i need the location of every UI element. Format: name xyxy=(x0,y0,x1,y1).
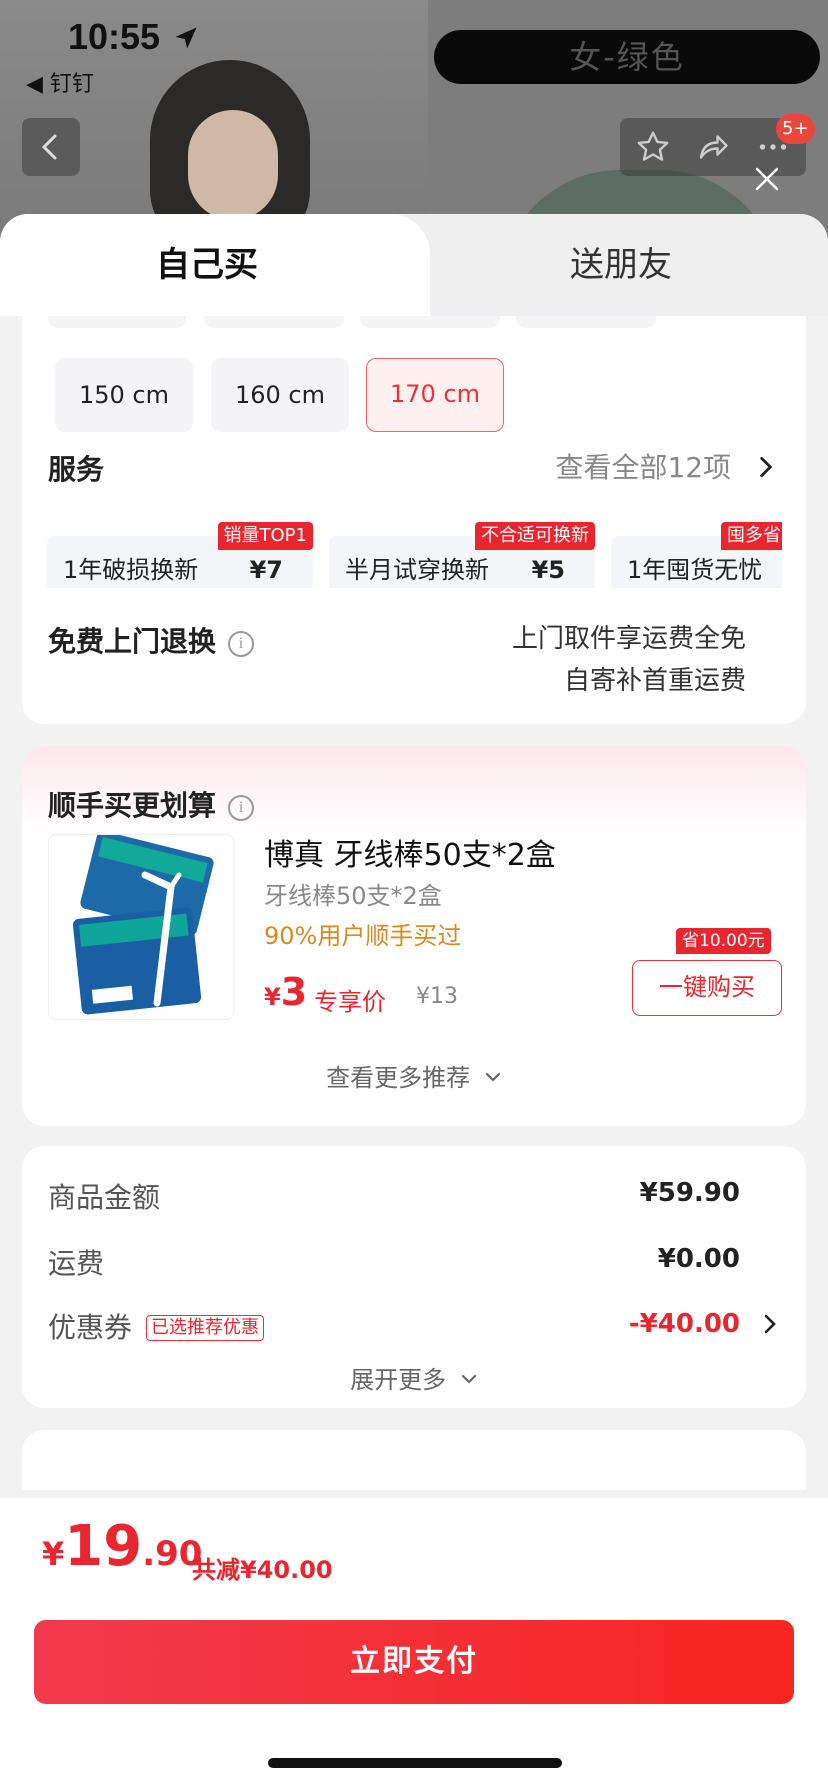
addon-price-value: 3 xyxy=(280,970,308,1014)
addon-popularity: 90%用户顺手买过 xyxy=(264,922,462,950)
addon-card: 顺手买更划算 i 博真 牙线棒50支*2盒 牙线棒50支*2盒 90%用户顺手买过… xyxy=(22,746,806,1126)
service-name: 1年破损换新 xyxy=(63,556,199,584)
shipping-label: 运费 xyxy=(48,1247,105,1280)
service-tag: 囤多省 xyxy=(721,522,782,550)
purchase-tabs: 自己买 送朋友 xyxy=(0,214,828,316)
price-summary-card: 商品金额 ¥59.90 运费 ¥0.00 优惠券 已选推荐优惠 -¥40.00 展… xyxy=(22,1146,806,1408)
exclusive-price-label: 专享价 xyxy=(314,988,386,1016)
coupon-label: 优惠券 xyxy=(48,1311,133,1344)
size-chip-170-selected[interactable]: 170 cm xyxy=(366,358,504,432)
see-more-label: 查看更多推荐 xyxy=(326,1064,471,1092)
back-button[interactable] xyxy=(22,118,80,176)
total-price: ¥19.90 xyxy=(42,1514,202,1579)
view-all-services-link[interactable]: 查看全部12项 xyxy=(555,446,776,486)
model-face xyxy=(188,110,278,220)
message-count-badge: 5+ xyxy=(776,114,815,144)
back-to-app-link[interactable]: ◀ 钉钉 xyxy=(26,66,94,98)
free-return-desc: 上门取件享运费全免 xyxy=(511,624,746,654)
free-return-title: 免费上门退换 i xyxy=(48,620,255,660)
free-return-label: 免费上门退换 xyxy=(48,625,217,658)
shipping-value: ¥0.00 xyxy=(657,1244,740,1274)
addon-title: 顺手买更划算 i xyxy=(48,784,255,824)
total-integer: 19 xyxy=(64,1514,143,1579)
coupon-value: -¥40.00 xyxy=(628,1309,740,1339)
status-time: 10:55 xyxy=(68,16,161,57)
checkout-bar: ¥19.90 共减¥40.00 立即支付 xyxy=(0,1498,828,1792)
view-all-label: 查看全部12项 xyxy=(555,451,732,484)
size-chip-160[interactable]: 160 cm xyxy=(211,358,349,432)
service-option[interactable]: 1年囤货无忧 囤多省 xyxy=(611,522,782,588)
total-currency: ¥ xyxy=(42,1535,65,1573)
favorite-button[interactable] xyxy=(624,118,682,176)
total-saved: 共减¥40.00 xyxy=(192,1556,333,1584)
chevron-right-icon xyxy=(760,456,773,478)
coupon-recommended-tag: 已选推荐优惠 xyxy=(146,1315,265,1341)
expand-more-label: 展开更多 xyxy=(350,1366,447,1394)
chevron-left-icon xyxy=(41,134,57,160)
service-tag: 销量TOP1 xyxy=(217,522,313,550)
size-chip-partial[interactable] xyxy=(516,316,656,328)
service-name: 半月试穿换新 xyxy=(345,556,489,584)
original-price: ¥13 xyxy=(416,984,458,1009)
services-title: 服务 xyxy=(48,453,105,486)
home-indicator xyxy=(268,1758,562,1768)
addon-price: ¥3 xyxy=(264,970,307,1014)
goods-amount-label: 商品金额 xyxy=(48,1181,161,1214)
coupon-row[interactable]: 优惠券 已选推荐优惠 xyxy=(48,1306,265,1346)
addon-product-name[interactable]: 博真 牙线棒50支*2盒 xyxy=(264,830,556,874)
selected-variant-pill: 女-绿色 xyxy=(434,30,820,84)
share-icon xyxy=(699,135,728,159)
size-chip-150[interactable]: 150 cm xyxy=(55,358,193,432)
floss-package-image xyxy=(72,835,214,1015)
chevron-right-icon[interactable] xyxy=(762,1312,778,1336)
addon-title-label: 顺手买更划算 xyxy=(48,789,217,822)
share-button[interactable] xyxy=(684,118,742,176)
size-chip-partial[interactable] xyxy=(48,316,186,328)
info-icon[interactable]: i xyxy=(228,631,255,657)
service-option[interactable]: 半月试穿换新 ¥5 不合适可换新 xyxy=(329,522,595,588)
pay-now-button[interactable]: 立即支付 xyxy=(34,1620,794,1704)
goods-amount-value: ¥59.90 xyxy=(639,1178,740,1208)
service-option[interactable]: 1年破损换新 ¥7 销量TOP1 xyxy=(47,522,313,588)
addon-product-spec: 牙线棒50支*2盒 xyxy=(264,882,442,910)
tab-buy-for-self[interactable]: 自己买 xyxy=(0,214,414,316)
star-icon xyxy=(637,131,669,161)
info-icon[interactable]: i xyxy=(228,795,255,821)
close-icon[interactable] xyxy=(752,164,782,194)
size-chip-partial[interactable] xyxy=(360,316,500,328)
service-options-row: 1年破损换新 ¥7 销量TOP1 半月试穿换新 ¥5 不合适可换新 1年囤货无忧… xyxy=(47,516,782,588)
size-chip-partial[interactable] xyxy=(204,316,344,328)
chevron-down-icon xyxy=(485,1072,500,1082)
next-section-card xyxy=(22,1430,806,1490)
free-return-desc: 自寄补首重运费 xyxy=(563,666,746,696)
options-card: 150 cm 160 cm 170 cm 服务 查看全部12项 1年破损换新 ¥… xyxy=(22,316,806,724)
one-click-buy-button[interactable]: 一键购买 xyxy=(632,960,782,1016)
location-arrow-icon xyxy=(175,27,197,49)
tab-gift-friend[interactable]: 送朋友 xyxy=(414,214,828,316)
see-more-recommendations[interactable]: 查看更多推荐 xyxy=(22,1058,806,1093)
save-tag: 省10.00元 xyxy=(676,928,771,954)
addon-product-image[interactable] xyxy=(48,834,234,1020)
currency-symbol: ¥ xyxy=(264,983,281,1011)
expand-more[interactable]: 展开更多 xyxy=(22,1360,806,1395)
chevron-down-icon xyxy=(461,1374,476,1384)
service-tag: 不合适可换新 xyxy=(475,522,595,550)
